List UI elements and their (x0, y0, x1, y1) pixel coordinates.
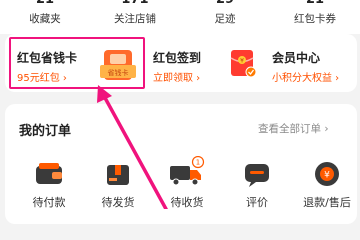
orders-title: 我的订单 (19, 124, 72, 139)
red-packet-icon: ¥ (230, 50, 257, 78)
stat-value: 21 (0, 0, 90, 7)
stat-label: 收藏夹 (29, 13, 61, 25)
red-packet-badge: ¥ (240, 58, 244, 65)
view-all-orders-link[interactable]: 查看全部订单 › (258, 121, 329, 136)
stat-value: 171 (90, 0, 180, 7)
stat-value: 21 (270, 0, 360, 7)
order-label: 退款/售后 (303, 196, 351, 209)
promo-subtitle: 小积分大权益 › (272, 73, 340, 84)
top-stats-bar: 21 收藏夹 171 关注店铺 29 足迹 21 红包卡券 (0, 0, 360, 34)
promo-member-center[interactable]: 会员中心 小积分大权益 › (260, 34, 357, 92)
order-label: 评价 (246, 196, 268, 209)
order-label: 待发货 (101, 196, 135, 209)
promo-subtitle: 立即领取 › (153, 73, 201, 84)
promo-sign-in[interactable]: 红包签到 立即领取 › ¥ (145, 34, 257, 92)
comment-icon (245, 164, 269, 187)
annotation-highlight-box (9, 37, 145, 89)
order-review[interactable]: 评价 (227, 160, 287, 220)
promo-title: 会员中心 (272, 51, 321, 65)
refund-icon: ¥ (315, 162, 339, 186)
stat-label: 红包卡券 (294, 13, 336, 25)
order-refund-aftersale[interactable]: ¥ 退款/售后 (297, 160, 357, 220)
stat-value: 29 (180, 0, 270, 7)
order-label: 待收货 (170, 196, 204, 209)
stat-label: 关注店铺 (114, 13, 156, 25)
order-label: 待付款 (32, 196, 66, 209)
truck-badge: 1 (196, 159, 200, 167)
refund-badge: ¥ (324, 171, 330, 181)
order-pending-receipt[interactable]: 1 待收货 (157, 156, 217, 220)
stat-label: 足迹 (214, 13, 236, 25)
wallet-icon (36, 163, 62, 184)
order-pending-payment[interactable]: 待付款 (19, 160, 79, 220)
package-icon (107, 165, 129, 185)
order-pending-shipment[interactable]: 待发货 (88, 160, 148, 220)
promo-title: 红包签到 (153, 51, 202, 65)
orders-panel: 我的订单 查看全部订单 › 待付款 待发货 1 待收货 评价 ¥ 退款/售后 (5, 104, 357, 224)
truck-icon: 1 (170, 156, 205, 186)
